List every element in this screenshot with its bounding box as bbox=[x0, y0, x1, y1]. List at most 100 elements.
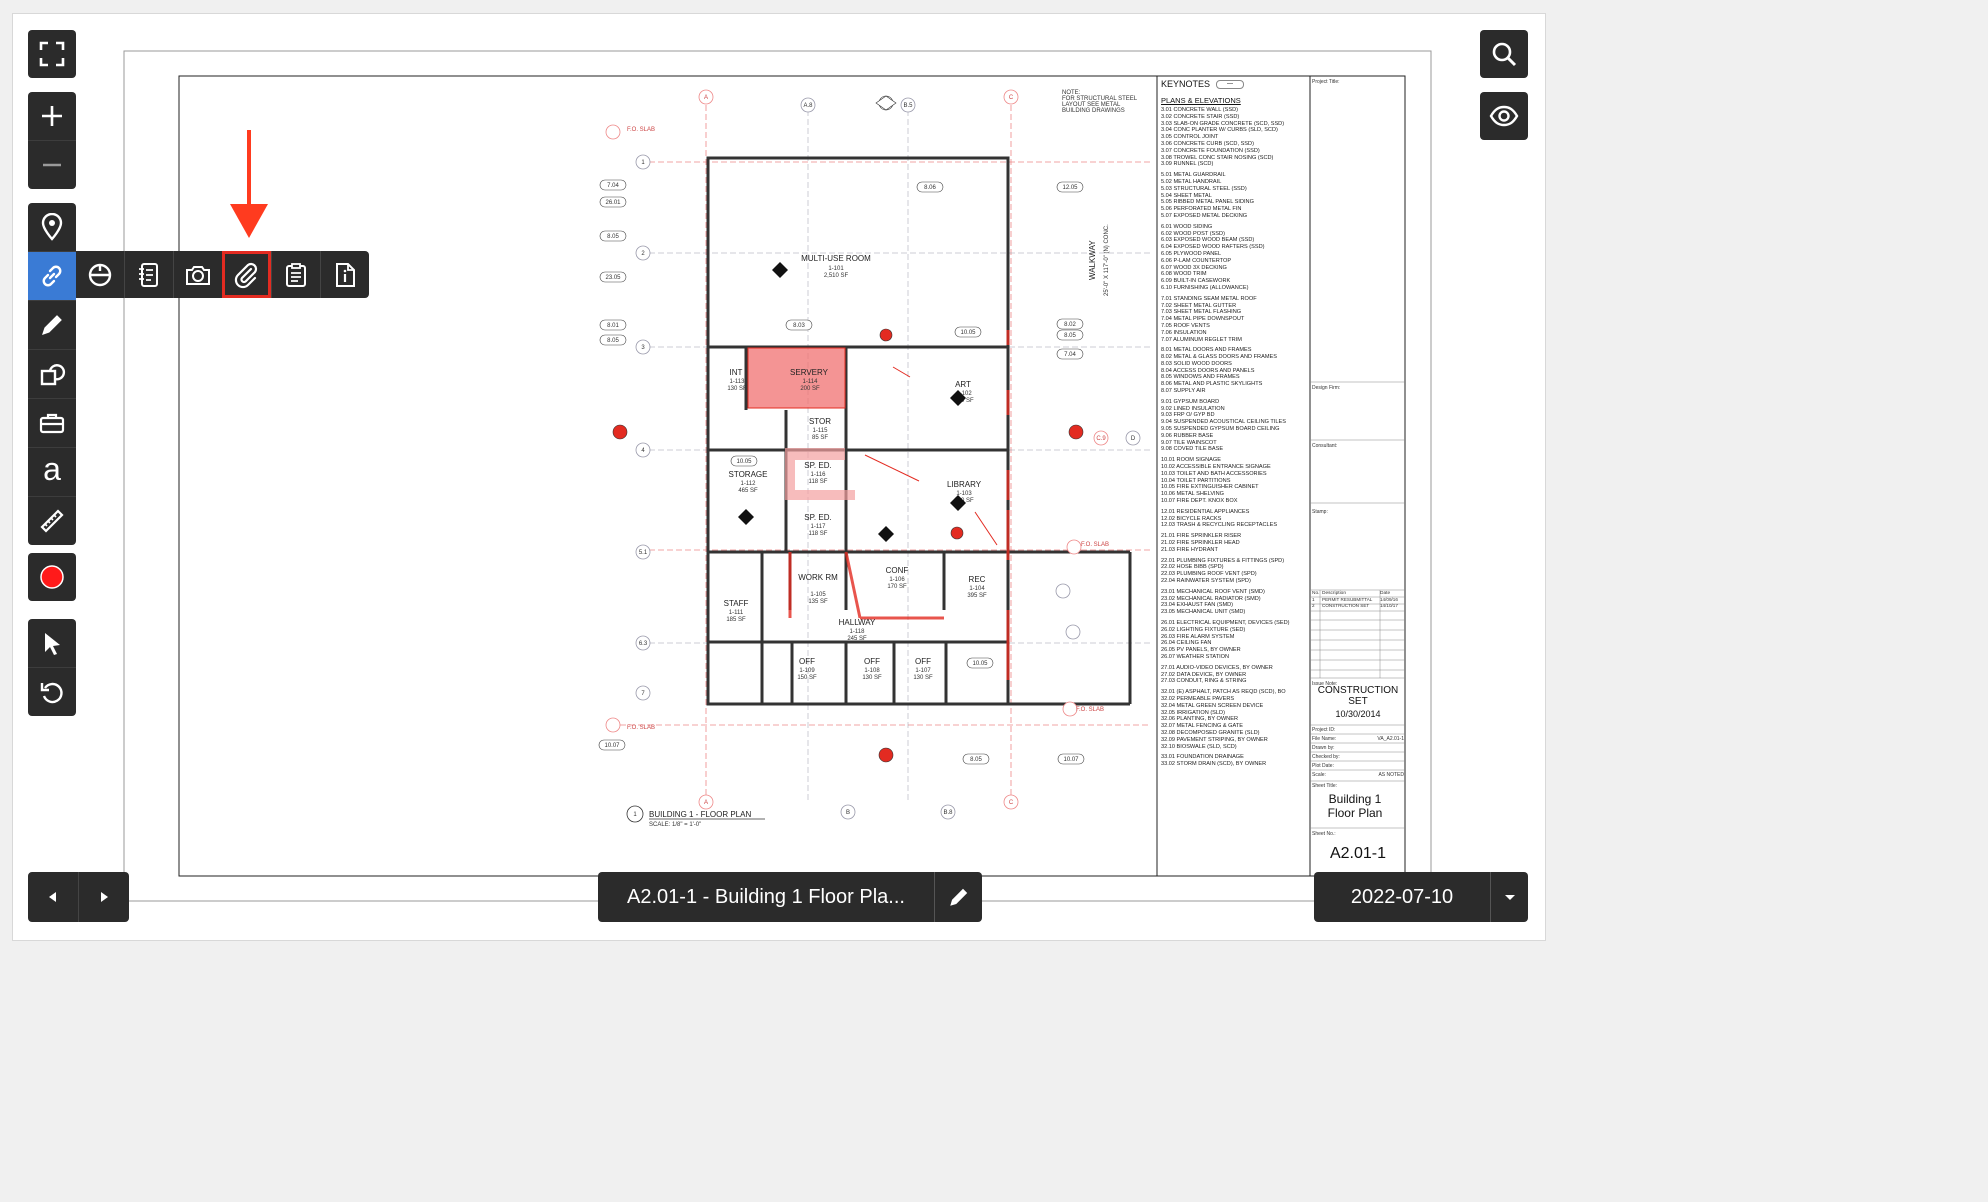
revision-date-text: 2022-07-10 bbox=[1350, 885, 1454, 908]
walkway-dim: 25'-0" X 117'-0" (N) CONC. bbox=[1104, 224, 1110, 296]
record-button[interactable] bbox=[28, 553, 76, 601]
zoom-out-button[interactable] bbox=[28, 140, 76, 189]
pencil-icon bbox=[42, 315, 62, 335]
room-area: 150 SF bbox=[797, 675, 817, 681]
svg-text:F.O. SLAB: F.O. SLAB bbox=[627, 127, 655, 133]
svg-text:10.07: 10.07 bbox=[604, 743, 620, 749]
date-dropdown-button[interactable] bbox=[1491, 872, 1528, 922]
keynote-item: 8.01 METAL DOORS AND FRAMES bbox=[1161, 347, 1252, 354]
room-number: 1-118 bbox=[850, 629, 866, 635]
drawing-title[interactable]: A2.01-1 - Building 1 Floor Pla... bbox=[598, 872, 935, 922]
document-button[interactable] bbox=[320, 251, 369, 298]
hyperlink-sheet-button[interactable] bbox=[76, 251, 124, 298]
issue-status: CONSTRUCTION SET bbox=[1317, 685, 1399, 707]
svg-text:7.04: 7.04 bbox=[607, 183, 619, 189]
shapes-button[interactable] bbox=[28, 349, 76, 398]
room-area: 170 SF bbox=[887, 584, 907, 590]
room-area: 118 SF bbox=[809, 479, 828, 485]
toolbox-button[interactable] bbox=[28, 398, 76, 447]
room-label: OFF bbox=[864, 657, 880, 666]
link-button[interactable] bbox=[28, 251, 76, 300]
svg-text:A.8: A.8 bbox=[803, 103, 813, 109]
keynote-item: 23.04 EXHAUST FAN (SMD) bbox=[1161, 602, 1234, 609]
keynote-item: 22.03 PLUMBING ROOF VENT (SPD) bbox=[1161, 571, 1257, 578]
plan-title: BUILDING 1 - FLOOR PLAN bbox=[649, 810, 751, 819]
select-pointer-button[interactable] bbox=[28, 619, 76, 667]
keynote-item: 12.01 RESIDENTIAL APPLIANCES bbox=[1161, 508, 1250, 515]
hyperlink-sheet-icon bbox=[88, 263, 112, 286]
next-sheet-button[interactable] bbox=[79, 872, 129, 922]
keynotes-section: PLANS & ELEVATIONS bbox=[1161, 96, 1241, 105]
keynote-item: 8.04 ACCESS DOORS AND PANELS bbox=[1161, 367, 1255, 374]
pointer-icon bbox=[45, 633, 60, 655]
sheet-no-label: Sheet No.: bbox=[1312, 831, 1336, 837]
svg-text:8.06: 8.06 bbox=[924, 185, 936, 191]
keynotes-toggle[interactable]: — bbox=[1216, 79, 1245, 89]
photo-button[interactable] bbox=[173, 251, 222, 298]
rfi-button[interactable] bbox=[124, 251, 173, 298]
keynote-item: 7.05 ROOF VENTS bbox=[1161, 322, 1210, 329]
room-label: SERVERY bbox=[790, 368, 829, 377]
ruler-button[interactable] bbox=[28, 496, 76, 545]
pencil-button[interactable] bbox=[28, 300, 76, 349]
keynote-item: 32.04 METAL GREEN SCREEN DEVICE bbox=[1161, 702, 1264, 709]
keynote-item: 8.03 SOLID WOOD DOORS bbox=[1161, 360, 1232, 367]
svg-text:8.05: 8.05 bbox=[607, 338, 619, 344]
keynote-item: 26.02 LIGHTING FIXTURE (SED) bbox=[1161, 626, 1246, 633]
punch-list-button[interactable] bbox=[271, 251, 320, 298]
keynote-item: 9.04 SUSPENDED ACOUSTICAL CEILING TILES bbox=[1161, 419, 1286, 426]
keynote-item: 32.07 METAL FENCING & GATE bbox=[1161, 723, 1243, 730]
room-area: 185 SF bbox=[726, 617, 746, 623]
room-number: 1-115 bbox=[813, 428, 829, 434]
keynote-item: 6.09 BUILT-IN CASEWORK bbox=[1161, 278, 1231, 285]
revision-date-selector: 2022-07-10 bbox=[1314, 872, 1528, 922]
previous-sheet-button[interactable] bbox=[28, 872, 79, 922]
keynote-item: 10.05 FIRE EXTINGUISHER CABINET bbox=[1161, 484, 1259, 491]
camera-icon bbox=[186, 265, 210, 285]
keynote-item: 22.02 HOSE BIBB (SPD) bbox=[1161, 564, 1224, 571]
zoom-in-button[interactable] bbox=[28, 92, 76, 140]
keynote-item: 3.08 TROWEL CONC STAIR NOSING (SCD) bbox=[1161, 154, 1274, 161]
keynote-item: 5.04 SHEET METAL bbox=[1161, 192, 1212, 199]
room-label: OFF bbox=[799, 657, 815, 666]
caret-right-icon bbox=[101, 892, 108, 902]
svg-text:23.05: 23.05 bbox=[605, 275, 621, 281]
revision-date[interactable]: 2022-07-10 bbox=[1314, 872, 1491, 922]
keynote-item: 26.04 CEILING FAN bbox=[1161, 640, 1212, 647]
keynote-item: 10.01 ROOM SIGNAGE bbox=[1161, 457, 1221, 464]
keynote-item: 3.07 CONCRETE FOUNDATION (SSD) bbox=[1161, 147, 1260, 154]
design-firm-label: Design Firm: bbox=[1312, 385, 1341, 391]
keynote-item: 26.03 FIRE ALARM SYSTEM bbox=[1161, 633, 1235, 640]
keynote-item: 12.03 TRASH & RECYCLING RECEPTACLES bbox=[1161, 522, 1278, 529]
room-number: 1-113 bbox=[730, 379, 746, 385]
text-button[interactable]: a bbox=[28, 447, 76, 496]
checked-by-label: Checked by: bbox=[1312, 754, 1340, 760]
search-button[interactable] bbox=[1480, 30, 1528, 78]
pencil-icon bbox=[949, 888, 967, 906]
paperclip-icon bbox=[234, 262, 258, 288]
visibility-toggle-button[interactable] bbox=[1480, 92, 1528, 140]
drawn-by-label: Drawn by: bbox=[1312, 745, 1335, 751]
keynote-item: 7.02 SHEET METAL GUTTER bbox=[1161, 302, 1237, 309]
keynote-item: 21.02 FIRE SPRINKLER HEAD bbox=[1161, 540, 1240, 547]
room-label: MULTI-USE ROOM bbox=[801, 254, 871, 263]
keynote-item: 3.06 CONCRETE CURB (SCD, SSD) bbox=[1161, 140, 1254, 147]
keynote-list: 3.01 CONCRETE WALL (SSD) 3.02 CONCRETE ST… bbox=[1161, 107, 1307, 768]
stamp-label: Stamp: bbox=[1312, 509, 1328, 515]
svg-text:8.05: 8.05 bbox=[1064, 333, 1076, 339]
document-info-icon bbox=[336, 262, 355, 287]
svg-text:8.02: 8.02 bbox=[1064, 322, 1076, 328]
edit-title-button[interactable] bbox=[935, 872, 982, 922]
svg-text:B.8: B.8 bbox=[943, 810, 953, 816]
keynote-item: 26.05 PV PANELS, BY OWNER bbox=[1161, 647, 1241, 654]
svg-text:12.05: 12.05 bbox=[1062, 185, 1078, 191]
room-number: 1-116 bbox=[811, 472, 827, 478]
keynote-item: 3.03 SLAB-ON GRADE CONCRETE (SCD, SSD) bbox=[1161, 120, 1285, 127]
location-pin-icon bbox=[41, 213, 63, 241]
keynote-item: 6.04 EXPOSED WOOD RAFTERS (SSD) bbox=[1161, 244, 1265, 251]
room-area: 130 SF bbox=[862, 675, 882, 681]
attachment-button[interactable] bbox=[222, 251, 271, 298]
location-pin-button[interactable] bbox=[28, 203, 76, 251]
fullscreen-button[interactable] bbox=[28, 30, 76, 78]
undo-button[interactable] bbox=[28, 667, 76, 716]
